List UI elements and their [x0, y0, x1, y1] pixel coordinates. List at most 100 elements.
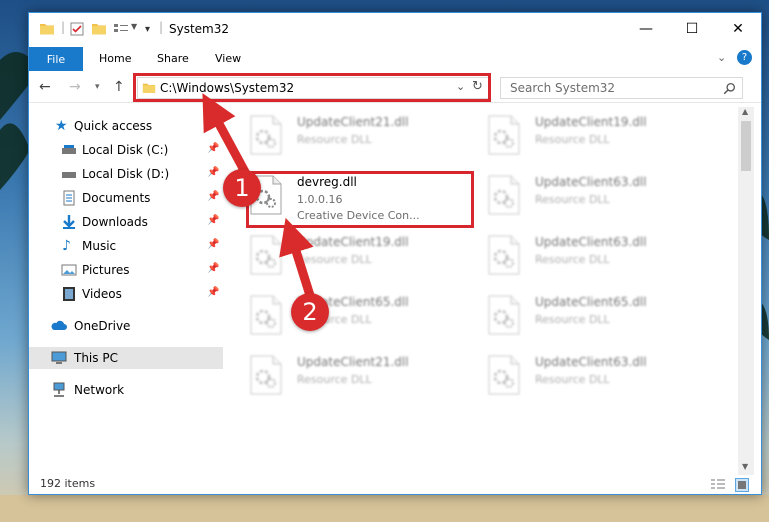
forward-arrow-icon[interactable]: →: [69, 79, 81, 95]
details-view-icon[interactable]: [711, 479, 725, 491]
file-name: UpdateClient63.dll: [535, 175, 647, 189]
file-detail-1: Resource DLL: [535, 133, 610, 146]
file-detail-1: Resource DLL: [297, 253, 372, 266]
videos-icon: [63, 287, 75, 301]
dll-file-icon: [488, 115, 520, 155]
file-name: UpdateClient19.dll: [535, 115, 647, 129]
file-name: UpdateClient63.dll: [535, 355, 647, 369]
drive-icon: [62, 145, 76, 154]
file-tile[interactable]: UpdateClient65.dll Resource DLL: [241, 287, 461, 343]
vertical-scrollbar[interactable]: ▲ ▼: [738, 107, 754, 475]
sidebar-item-local-disk-d[interactable]: Local Disk (D:) 📌: [29, 163, 223, 185]
tab-view[interactable]: View: [215, 52, 241, 65]
file-tile[interactable]: UpdateClient19.dll Resource DLL: [241, 227, 461, 283]
window-title: System32: [169, 22, 230, 36]
status-bar: 192 items: [29, 475, 761, 495]
annotation-badge-2: 2: [291, 293, 329, 331]
pin-icon[interactable]: 📌: [207, 215, 219, 226]
search-icon: [723, 82, 736, 95]
address-highlight-box: [133, 73, 491, 102]
dll-file-icon: [488, 235, 520, 275]
download-icon: [63, 215, 75, 229]
sidebar-item-downloads[interactable]: Downloads 📌: [29, 211, 223, 233]
tab-share[interactable]: Share: [157, 52, 189, 65]
properties-icon[interactable]: [69, 21, 85, 37]
annotation-badge-1: 1: [223, 169, 261, 207]
drive-icon: [62, 172, 76, 178]
file-detail-1: Resource DLL: [535, 373, 610, 386]
file-tile[interactable]: UpdateClient63.dll Resource DLL: [479, 347, 699, 403]
maximize-button[interactable]: ☐: [669, 13, 715, 45]
sidebar-item-label: Local Disk (C:): [82, 143, 169, 157]
sidebar-item-label: Documents: [82, 191, 151, 205]
pictures-icon: [61, 264, 77, 276]
file-detail-1: Resource DLL: [297, 373, 372, 386]
tiles-view-icon[interactable]: [735, 478, 749, 492]
back-arrow-icon[interactable]: ←: [39, 79, 51, 95]
sidebar-item-documents[interactable]: Documents 📌: [29, 187, 223, 209]
file-tile[interactable]: UpdateClient21.dll Resource DLL: [241, 347, 461, 403]
sidebar-item-pictures[interactable]: Pictures 📌: [29, 259, 223, 281]
customize-toolbar-chevron-icon[interactable]: ▼: [131, 22, 137, 31]
view-options-icon[interactable]: [113, 21, 129, 37]
pin-icon[interactable]: 📌: [207, 143, 219, 154]
sidebar-item-label: Downloads: [82, 215, 148, 229]
pin-icon[interactable]: 📌: [207, 191, 219, 202]
network-icon: [53, 382, 65, 397]
sidebar-item-this-pc[interactable]: This PC: [29, 347, 223, 369]
dll-file-icon: [250, 235, 282, 275]
pin-icon[interactable]: 📌: [207, 263, 219, 274]
dll-file-icon: [488, 175, 520, 215]
file-detail-1: Resource DLL: [535, 313, 610, 326]
dll-file-icon: [250, 115, 282, 155]
music-icon: ♪: [62, 238, 71, 254]
up-arrow-icon[interactable]: ↑: [113, 79, 125, 95]
tab-file[interactable]: File: [29, 47, 83, 71]
sidebar-item-label: Network: [74, 383, 125, 397]
sidebar-item-onedrive[interactable]: OneDrive: [29, 315, 223, 337]
expand-ribbon-chevron-icon[interactable]: ⌄: [717, 51, 726, 64]
search-placeholder: Search System32: [510, 81, 616, 95]
sidebar-item-label: This PC: [74, 351, 118, 365]
folder-icon: [40, 24, 54, 35]
tab-home[interactable]: Home: [99, 52, 131, 65]
new-folder-icon[interactable]: [91, 21, 107, 37]
pin-icon[interactable]: 📌: [207, 239, 219, 250]
file-tile[interactable]: UpdateClient63.dll Resource DLL: [479, 167, 699, 223]
file-name: UpdateClient19.dll: [297, 235, 409, 249]
scroll-up-icon[interactable]: ▲: [742, 107, 748, 116]
file-name: UpdateClient21.dll: [297, 115, 409, 129]
ribbon-tabs: File Home Share View ⌄ ?: [29, 47, 761, 71]
pin-icon[interactable]: 📌: [207, 287, 219, 298]
sidebar-item-label: Videos: [82, 287, 122, 301]
file-tile[interactable]: UpdateClient65.dll Resource DLL: [479, 287, 699, 343]
help-button[interactable]: ?: [737, 50, 752, 65]
navigation-pane: ★ Quick access Local Disk (C:) 📌 Local D…: [29, 107, 223, 467]
separator: |: [61, 20, 66, 34]
sidebar-item-network[interactable]: Network: [29, 379, 223, 401]
file-tile[interactable]: UpdateClient21.dll Resource DLL: [241, 107, 461, 163]
recent-locations-chevron-icon[interactable]: ▾: [95, 82, 100, 92]
close-button[interactable]: ✕: [715, 13, 761, 45]
pin-icon[interactable]: 📌: [207, 167, 219, 178]
documents-icon: [63, 190, 75, 206]
sidebar-item-videos[interactable]: Videos 📌: [29, 283, 223, 305]
file-tile[interactable]: UpdateClient63.dll Resource DLL: [479, 227, 699, 283]
file-detail-1: Resource DLL: [297, 133, 372, 146]
sidebar-item-music[interactable]: ♪ Music 📌: [29, 235, 223, 257]
sidebar-item-label: OneDrive: [74, 319, 131, 333]
sidebar-item-label: Pictures: [82, 263, 130, 277]
file-list: UpdateClient21.dll Resource DLL UpdateClie…: [241, 107, 737, 469]
sidebar-item-local-disk-c[interactable]: Local Disk (C:) 📌: [29, 139, 223, 161]
file-tile[interactable]: UpdateClient19.dll Resource DLL: [479, 107, 699, 163]
qat-dropdown-icon[interactable]: ▾: [145, 24, 150, 35]
minimize-button[interactable]: —: [623, 13, 669, 45]
scrollbar-thumb[interactable]: [741, 121, 751, 171]
sidebar-item-quick-access[interactable]: ★ Quick access: [29, 115, 223, 137]
item-count: 192 items: [40, 477, 96, 490]
star-icon: ★: [55, 118, 68, 134]
scroll-down-icon[interactable]: ▼: [742, 462, 748, 471]
file-name: UpdateClient65.dll: [535, 295, 647, 309]
file-highlight-box: [246, 171, 474, 228]
search-input[interactable]: Search System32: [500, 77, 743, 99]
